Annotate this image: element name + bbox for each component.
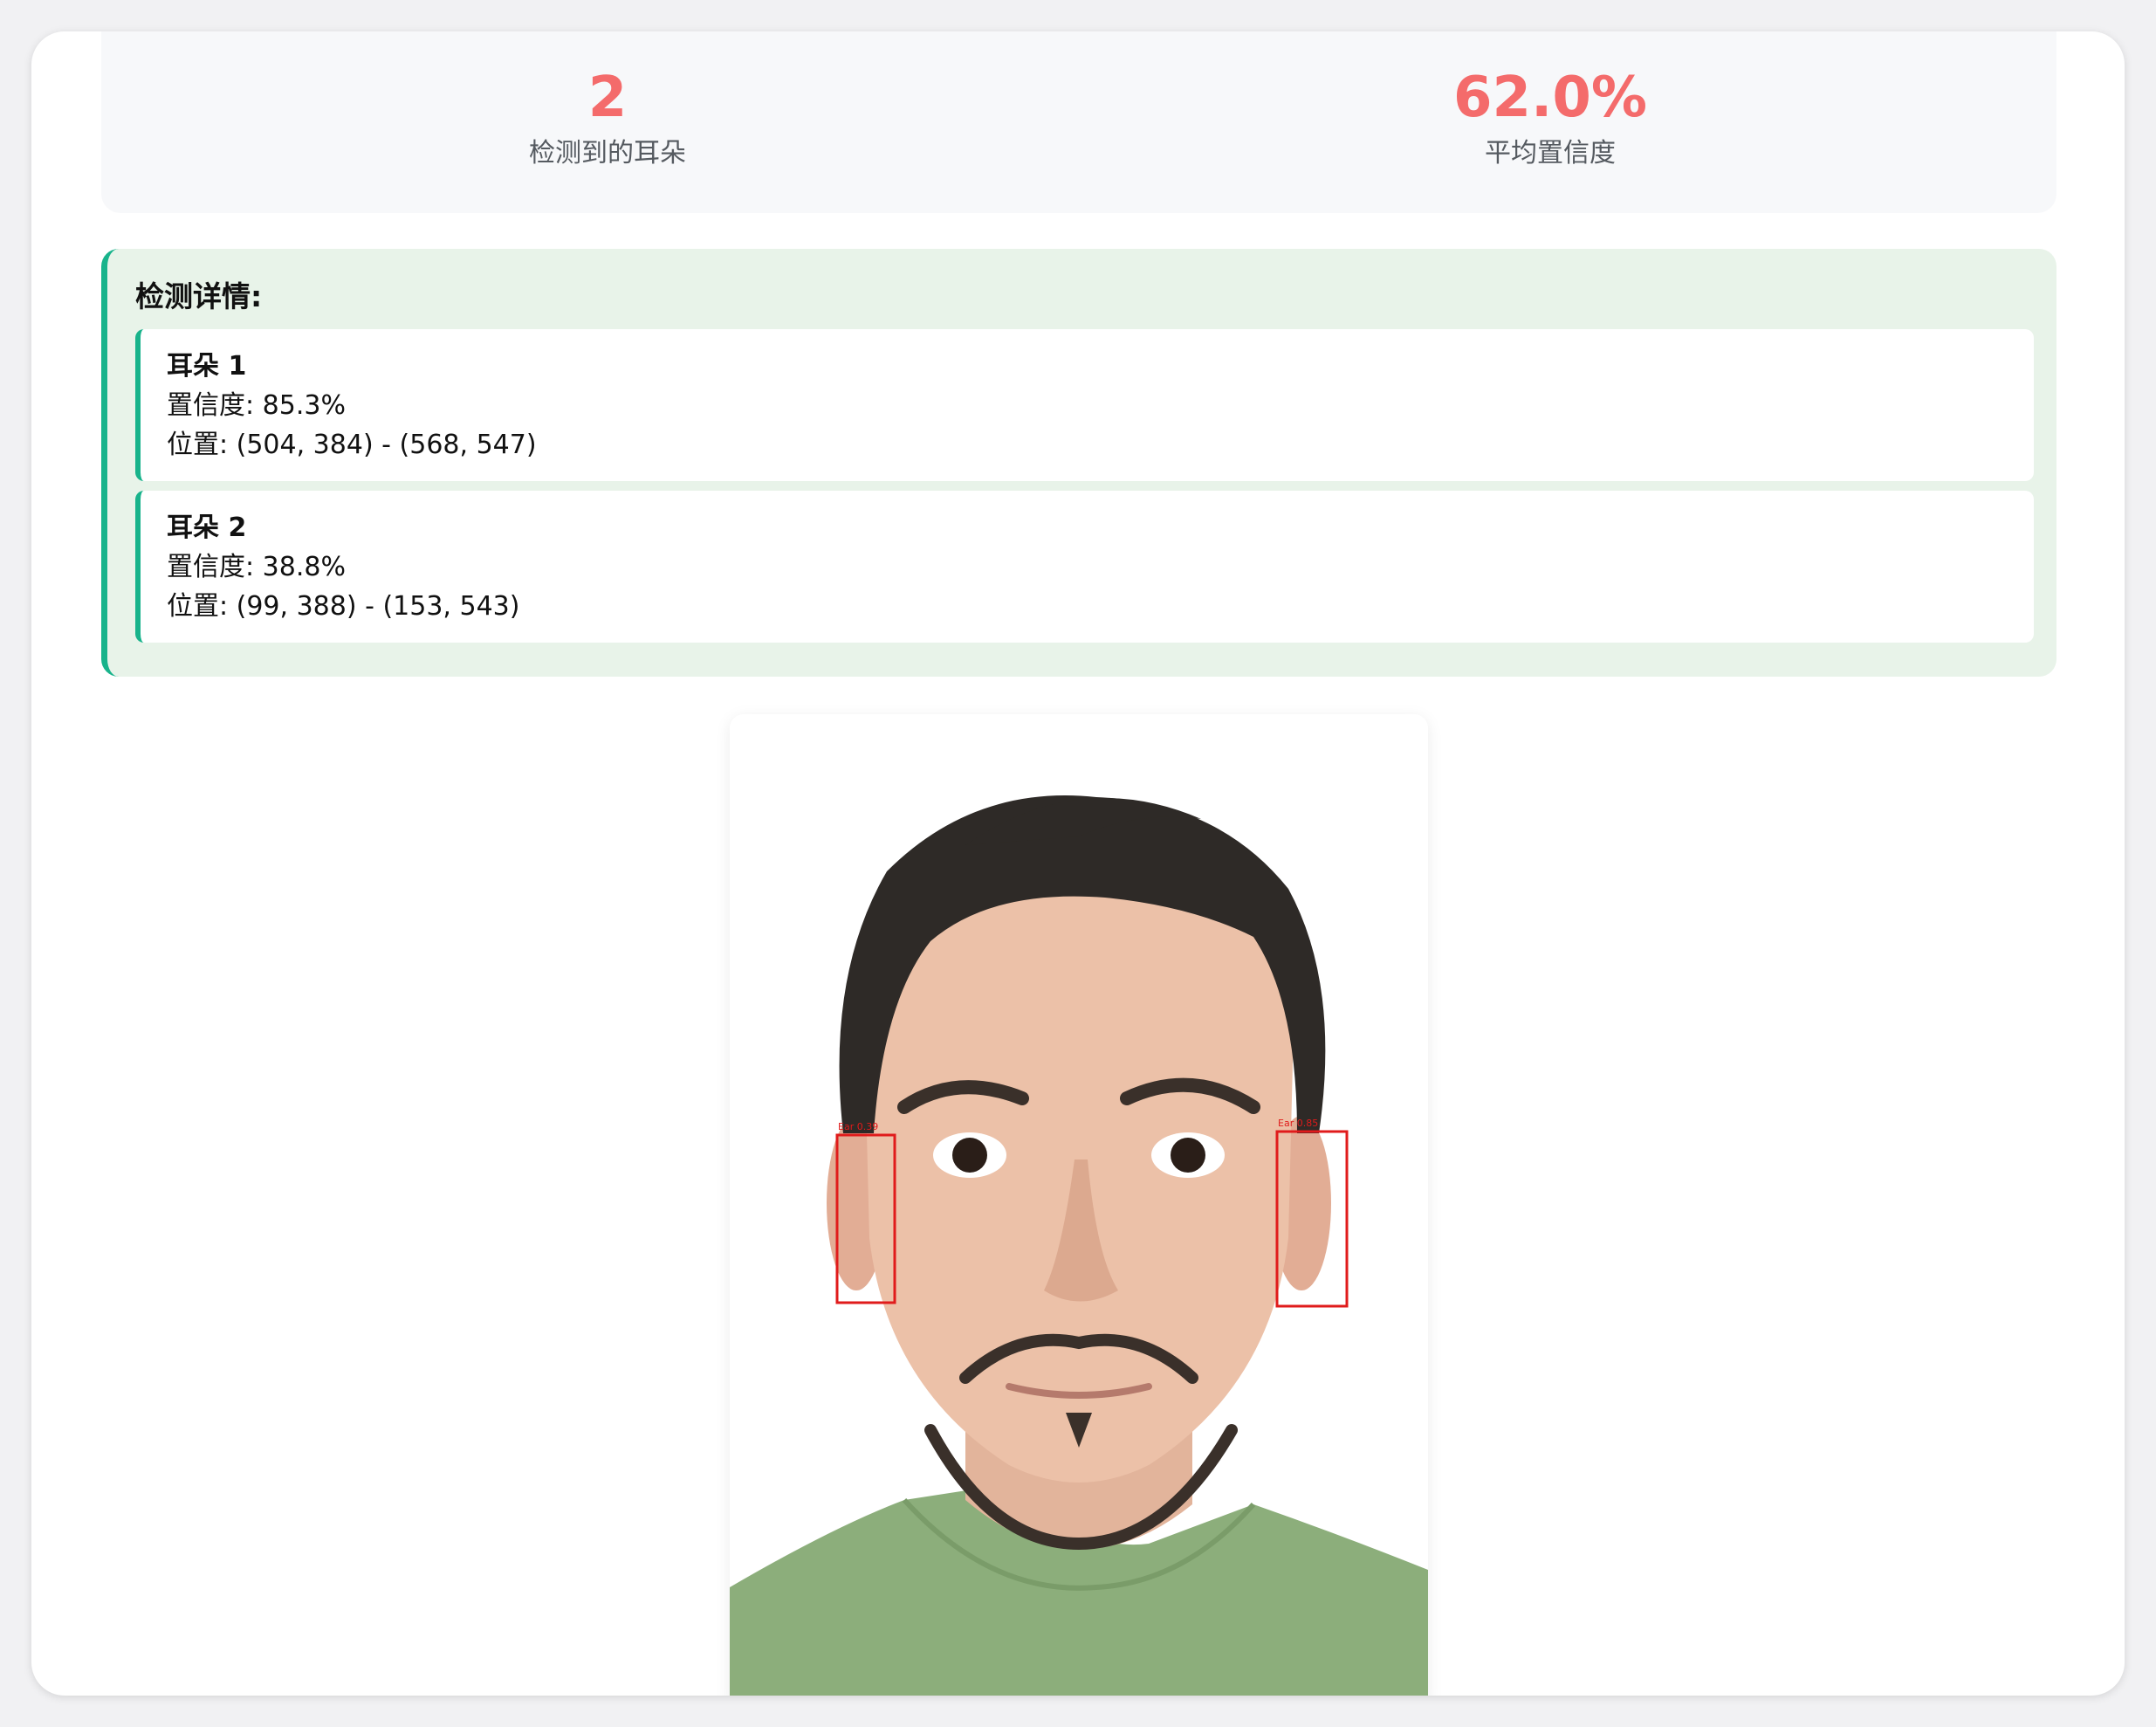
face-photo — [730, 714, 1428, 1696]
bbox-label: Ear 0.85 — [1278, 1118, 1319, 1129]
ears-count-value: 2 — [587, 65, 628, 130]
app-window: 2 检测到的耳朵 62.0% 平均置信度 检测详情: 耳朵 1 置信度: 85.… — [31, 31, 2125, 1696]
avg-confidence-label: 平均置信度 — [1485, 138, 1616, 169]
avg-confidence-value: 62.0% — [1452, 65, 1648, 130]
ear-position: 位置: (99, 388) - (153, 543) — [167, 591, 520, 622]
ear-confidence: 置信度: 38.8% — [167, 552, 346, 582]
stats-panel: 2 检测到的耳朵 62.0% 平均置信度 — [101, 31, 2056, 213]
result-image: Ear 0.39 Ear 0.85 — [730, 714, 1428, 1696]
ear-confidence: 置信度: 85.3% — [167, 390, 346, 421]
bbox-label: Ear 0.39 — [838, 1121, 879, 1132]
details-title: 检测详情: — [135, 279, 263, 313]
detection-details-panel: 检测详情: 耳朵 1 置信度: 85.3% 位置: (504, 384) - (… — [101, 249, 2056, 677]
ear-card: 耳朵 1 置信度: 85.3% 位置: (504, 384) - (568, 5… — [135, 329, 2034, 481]
ears-count-stat: 2 检测到的耳朵 — [258, 63, 957, 171]
avg-confidence-stat: 62.0% 平均置信度 — [1201, 63, 1899, 171]
ear-position: 位置: (504, 384) - (568, 547) — [167, 430, 537, 460]
ear-name: 耳朵 1 — [167, 351, 247, 382]
ear-card: 耳朵 2 置信度: 38.8% 位置: (99, 388) - (153, 54… — [135, 491, 2034, 643]
ears-count-label: 检测到的耳朵 — [529, 138, 686, 169]
ear-name: 耳朵 2 — [167, 513, 247, 543]
